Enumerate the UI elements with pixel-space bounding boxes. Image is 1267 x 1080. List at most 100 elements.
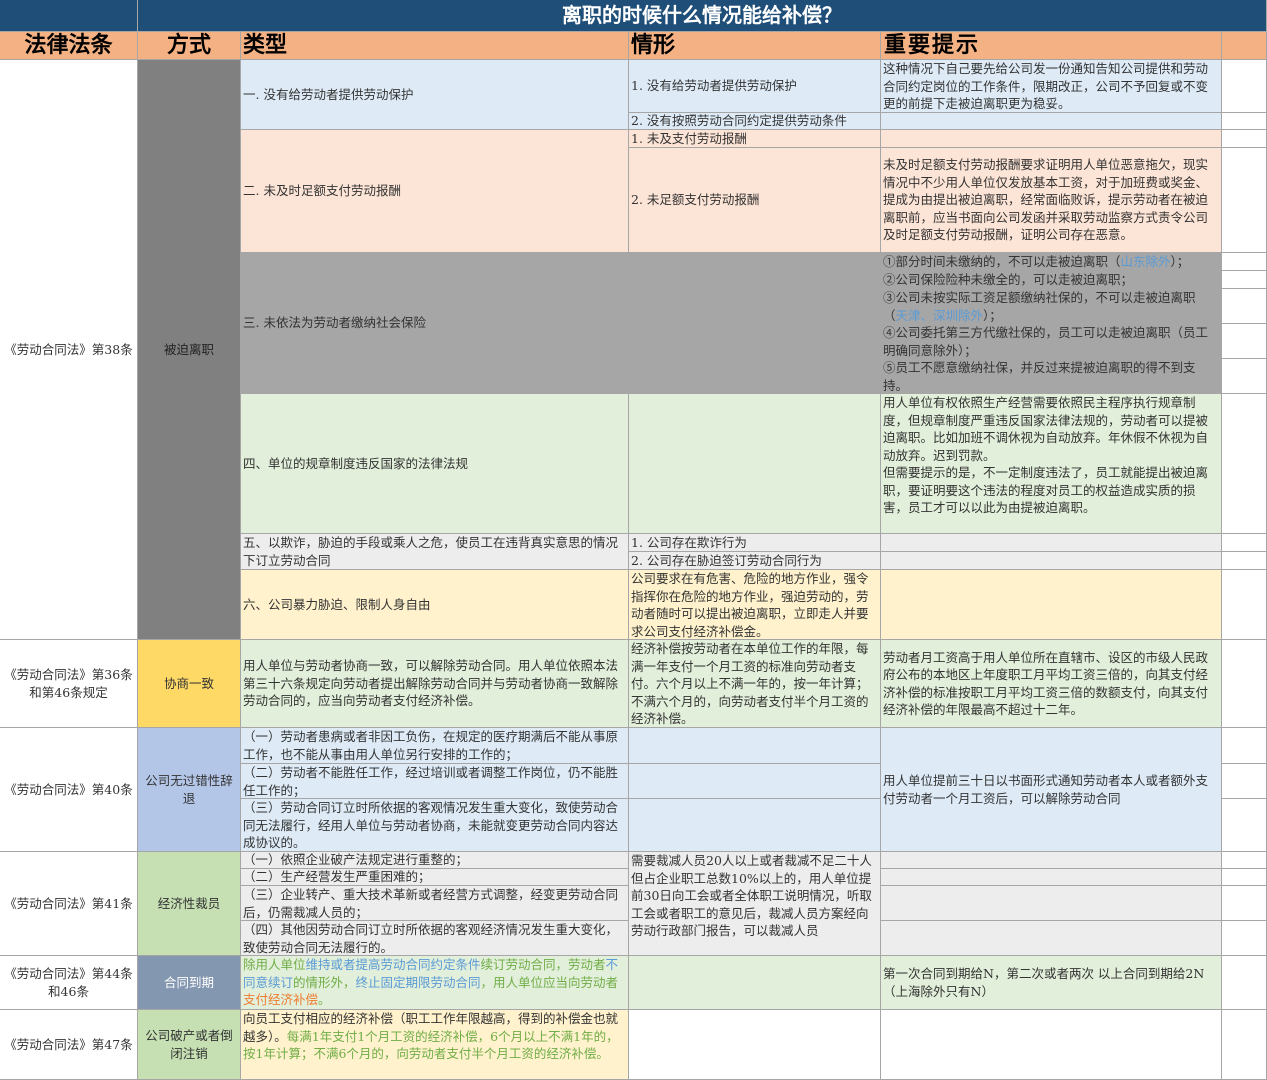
law-article-38: 《劳动合同法》第38条 xyxy=(0,60,138,640)
tip-6-blank xyxy=(881,570,1222,640)
type-40-2: （二）劳动者不能胜任工作，经过培训或者调整工作岗位，仍不能胜任工作的； xyxy=(241,764,629,799)
situation-1a: 1. 没有给劳动者提供劳动保护 xyxy=(629,60,881,113)
situation-6: 公司要求在有危害、危险的地方作业，强令指挥你在危险的地方作业，强迫劳动的，劳动者… xyxy=(629,570,881,640)
type-contract-expiry: 除用人单位维持或者提高劳动合同约定条件续订劳动合同，劳动者不同意续订的情形外，终… xyxy=(241,956,629,1010)
extra-cell xyxy=(1222,60,1267,113)
header-blank xyxy=(1222,32,1267,60)
law-article-36-46: 《劳动合同法》第36条和第46条规定 xyxy=(0,640,138,728)
situation-negotiation: 经济补偿按劳动者在本单位工作的年限，每满一年支付一个月工资的标准向劳动者支付。六… xyxy=(629,640,881,728)
extra-cell xyxy=(1222,956,1267,1010)
method-bankruptcy: 公司破产或者倒闭注销 xyxy=(138,1010,241,1080)
situation-5a: 1. 公司存在欺诈行为 xyxy=(629,534,881,552)
type-1-no-protection: 一. 没有给劳动者提供劳动保护 xyxy=(241,60,629,130)
tip-5-blank xyxy=(881,552,1222,570)
situation-5b: 2. 公司存在胁迫签订劳动合同行为 xyxy=(629,552,881,570)
extra-cell xyxy=(1222,869,1267,886)
law-article-44-46: 《劳动合同法》第44条和46条 xyxy=(0,956,138,1010)
tip-bankruptcy-blank xyxy=(881,1010,1222,1080)
header-type: 类型 xyxy=(241,32,629,60)
title-blank-cell xyxy=(0,0,138,32)
extra-cell xyxy=(1222,728,1267,764)
situation-40-blank xyxy=(629,799,881,852)
tip-41-blank xyxy=(881,852,1222,869)
situation-3-blank xyxy=(629,271,881,289)
situation-1b: 2. 没有按照劳动合同约定提供劳动条件 xyxy=(629,113,881,130)
method-forced-resignation: 被迫离职 xyxy=(138,60,241,640)
extra-cell xyxy=(1222,130,1267,148)
type-negotiation: 用人单位与劳动者协商一致，可以解除劳动合同。用人单位依照本法第三十六条规定向劳动… xyxy=(241,640,629,728)
method-negotiation: 协商一致 xyxy=(138,640,241,728)
extra-cell xyxy=(1222,799,1267,852)
extra-cell xyxy=(1222,552,1267,570)
tip-contract-expiry: 第一次合同到期给N，第二次或者两次 以上合同到期给2N（上海除外只有N） xyxy=(881,956,1222,1010)
situation-4-blank xyxy=(629,394,881,534)
extra-cell xyxy=(1222,852,1267,869)
header-method: 方式 xyxy=(138,32,241,60)
situation-2a: 1. 未及支付劳动报酬 xyxy=(629,130,881,148)
tip-4: 用人单位有权依照生产经营需要依照民主程序执行规章制度，但规章制度严重违反国家法律… xyxy=(881,394,1222,534)
extra-cell xyxy=(1222,359,1267,394)
extra-cell xyxy=(1222,1010,1267,1080)
tip-3d: ④公司委托第三方代缴社保的，员工可以走被迫离职（员工明确同意除外）； xyxy=(881,324,1222,359)
type-41-4: （四）其他因劳动合同订立时所依据的客观经济情况发生重大变化，致使劳动合同无法履行… xyxy=(241,921,629,956)
extra-cell xyxy=(1222,921,1267,956)
extra-cell xyxy=(1222,394,1267,534)
tip-negotiation: 劳动者月工资高于用人单位所在直辖市、设区的市级人民政府公布的本地区上年度职工月平… xyxy=(881,640,1222,728)
law-article-41: 《劳动合同法》第41条 xyxy=(0,852,138,956)
extra-cell xyxy=(1222,148,1267,253)
tip-3c: ③公司未按实际工资足额缴纳社保的，不可以走被迫离职（天津、深圳除外）； xyxy=(881,289,1222,324)
situation-2b: 2. 未足额支付劳动报酬 xyxy=(629,148,881,253)
law-article-47: 《劳动合同法》第47条 xyxy=(0,1010,138,1080)
type-3-social-insurance: 三. 未依法为劳动者缴纳社会保险 xyxy=(241,253,629,394)
extra-cell xyxy=(1222,253,1267,271)
tip-5-blank xyxy=(881,534,1222,552)
situation-40-blank xyxy=(629,728,881,764)
tip-3e: ⑤员工不愿意缴纳社保，并反过来提被迫离职的得不到支持。 xyxy=(881,359,1222,394)
situation-40-blank xyxy=(629,764,881,799)
type-41-3: （三）企业转产、重大技术革新或者经营方式调整，经变更劳动合同后，仍需裁减人员的； xyxy=(241,886,629,921)
type-40-3: （三）劳动合同订立时所依据的客观情况发生重大变化，致使劳动合同无法履行，经用人单… xyxy=(241,799,629,852)
type-4-illegal-rules: 四、单位的规章制度违反国家的法律法规 xyxy=(241,394,629,534)
situation-expiry-blank xyxy=(629,956,881,1010)
type-40-1: （一）劳动者患病或者非因工负伤，在规定的医疗期满后不能从事原工作，也不能从事由用… xyxy=(241,728,629,764)
tip-40: 用人单位提前三十日以书面形式通知劳动者本人或者额外支付劳动者一个月工资后，可以解… xyxy=(881,728,1222,852)
situation-3-blank xyxy=(629,253,881,271)
method-contract-expiry: 合同到期 xyxy=(138,956,241,1010)
type-2-unpaid-wages: 二. 未及时足额支付劳动报酬 xyxy=(241,130,629,253)
situation-bankruptcy-blank xyxy=(629,1010,881,1080)
tip-2: 未及时足额支付劳动报酬要求证明用人单位恶意拖欠，现实情况中不少用人单位仅发放基本… xyxy=(881,148,1222,253)
type-5-fraud: 五、以欺诈，胁迫的手段或乘人之危，使员工在违背真实意思的情况下订立劳动合同 xyxy=(241,534,629,570)
extra-cell xyxy=(1222,534,1267,552)
extra-cell xyxy=(1222,271,1267,289)
extra-cell xyxy=(1222,886,1267,921)
header-tips: 重要提示 xyxy=(881,32,1222,60)
tip-1: 这种情况下自己要先给公司发一份通知告知公司提供和劳动合同约定岗位的工作条件，限期… xyxy=(881,60,1222,113)
method-no-fault-dismissal: 公司无过错性辞退 xyxy=(138,728,241,852)
type-41-1: （一）依照企业破产法规定进行重整的； xyxy=(241,852,629,869)
sheet-title: 离职的时候什么情况能给补偿？ xyxy=(138,0,1267,32)
extra-cell xyxy=(1222,324,1267,359)
tip-41-blank xyxy=(881,921,1222,956)
extra-cell xyxy=(1222,764,1267,799)
type-41-2: （二）生产经营发生严重困难的； xyxy=(241,869,629,886)
header-situation: 情形 xyxy=(629,32,881,60)
situation-3-blank xyxy=(629,359,881,394)
extra-cell xyxy=(1222,113,1267,130)
tip-3a: ①部分时间未缴纳的，不可以走被迫离职（山东除外）； xyxy=(881,253,1222,271)
tip-41-blank xyxy=(881,886,1222,921)
situation-3-blank xyxy=(629,289,881,324)
tip-2-blank xyxy=(881,130,1222,148)
type-6-violence: 六、公司暴力胁迫、限制人身自由 xyxy=(241,570,629,640)
type-bankruptcy: 向员工支付相应的经济补偿（职工工作年限越高，得到的补偿金也就越多）。每满1年支付… xyxy=(241,1010,629,1080)
header-law: 法律法条 xyxy=(0,32,138,60)
tip-1-blank xyxy=(881,113,1222,130)
extra-cell xyxy=(1222,289,1267,324)
tip-3b: ②公司保险险种未缴全的，可以走被迫离职； xyxy=(881,271,1222,289)
spreadsheet: { "title": "离职的时候什么情况能给补偿？", "headers": … xyxy=(0,0,1267,1080)
extra-cell xyxy=(1222,640,1267,728)
situation-3-blank xyxy=(629,324,881,359)
tip-41-blank xyxy=(881,869,1222,886)
method-economic-layoff: 经济性裁员 xyxy=(138,852,241,956)
situation-41: 需要裁减人员20人以上或者裁减不足二十人但占企业职工总数10%以上的，用人单位提… xyxy=(629,852,881,956)
law-article-40: 《劳动合同法》第40条 xyxy=(0,728,138,852)
